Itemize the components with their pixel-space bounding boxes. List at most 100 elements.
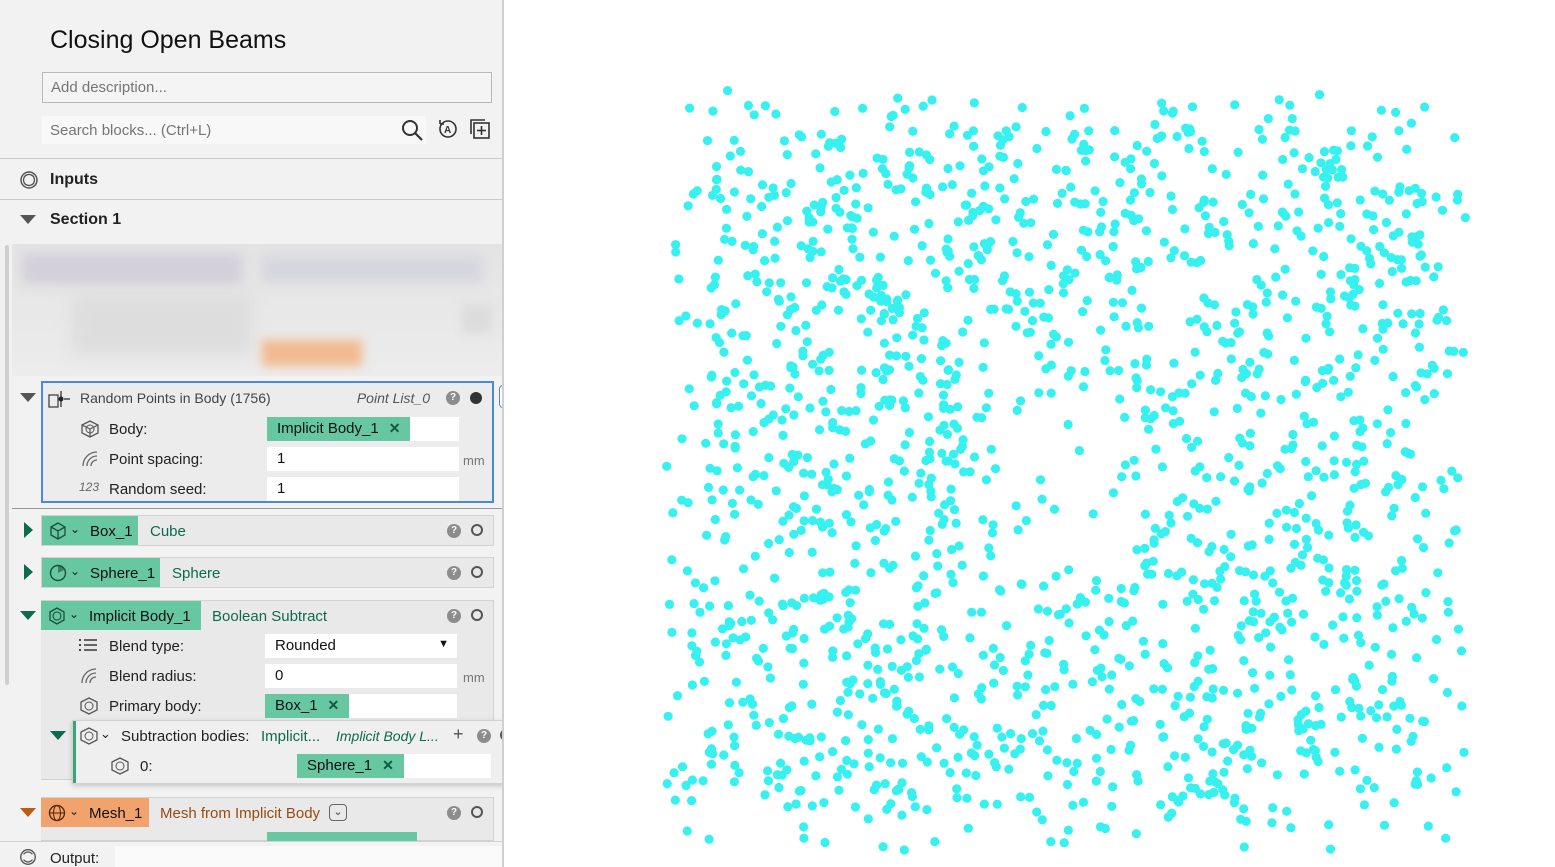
point [794, 130, 804, 140]
point-spacing-input[interactable]: 1 [267, 447, 459, 471]
inputs-row[interactable]: Inputs [0, 160, 502, 200]
sphere-name-chip[interactable]: ⌄ Sphere_1 [42, 558, 160, 587]
point [1209, 407, 1219, 417]
point [1301, 456, 1311, 467]
point [1335, 221, 1345, 231]
panel-scrollbar[interactable] [5, 245, 9, 685]
point [1248, 617, 1259, 627]
point [986, 444, 996, 454]
random-points-output-name[interactable]: Point List_0 [357, 390, 430, 406]
search-icon[interactable] [400, 118, 424, 147]
point [886, 758, 896, 768]
point [1012, 248, 1022, 258]
point [1120, 460, 1130, 470]
3d-viewport[interactable] [506, 0, 1555, 867]
point [863, 735, 873, 745]
point [1330, 685, 1341, 695]
point [1199, 146, 1209, 157]
point [789, 624, 799, 635]
implicit-collapse-icon[interactable] [20, 611, 36, 620]
add-block-icon[interactable] [469, 118, 491, 145]
add-item-icon[interactable]: + [453, 724, 464, 745]
status-dot-icon[interactable] [471, 806, 483, 818]
point [834, 785, 844, 795]
point [824, 347, 834, 357]
box-name-chip[interactable]: ⌄ Box_1 [42, 516, 138, 545]
primary-body-chip[interactable]: Box_1 ✕ [265, 694, 350, 718]
add-after-button[interactable]: + [499, 385, 502, 408]
implicit-name-chip[interactable]: ⌄ Implicit Body_1 [41, 601, 201, 630]
subtraction-collapse-icon[interactable] [50, 731, 66, 740]
point [1011, 501, 1021, 511]
mesh-collapse-icon[interactable] [20, 808, 36, 817]
sphere-block[interactable]: ⌄ Sphere_1 Sphere ? [41, 557, 494, 588]
random-points-block[interactable]: Random Points in Body (1756) Point List_… [41, 381, 494, 503]
status-dot-icon[interactable] [471, 566, 483, 578]
help-icon[interactable]: ? [447, 524, 461, 538]
help-icon[interactable]: ? [446, 391, 460, 405]
point [746, 615, 756, 625]
point [827, 283, 837, 293]
point [1104, 684, 1114, 694]
subtraction-type[interactable]: Implicit Body L... [336, 728, 439, 744]
point [820, 837, 830, 848]
chevron-down-icon[interactable]: ⌄ [70, 564, 80, 578]
auto-run-icon[interactable]: A [437, 118, 459, 145]
mesh-block[interactable]: ⌄ Mesh_1 Mesh from Implicit Body ⌄ ? [41, 797, 494, 842]
random-seed-input[interactable]: 1 [267, 477, 459, 501]
status-dot-icon[interactable] [500, 729, 502, 741]
point [772, 222, 782, 232]
box-expand-icon[interactable] [24, 522, 33, 538]
point [851, 406, 861, 416]
chevron-down-icon[interactable]: ⌄ [70, 522, 80, 536]
subtraction-bodies-panel[interactable]: ⌄ Subtraction bodies: Implicit... Implic… [72, 720, 502, 784]
point [791, 325, 801, 336]
remove-icon[interactable]: ✕ [382, 757, 394, 773]
help-icon[interactable]: ? [447, 609, 461, 623]
implicit-body-icon [47, 606, 67, 631]
dropdown-arrow-icon[interactable]: ▼ [438, 638, 449, 650]
remove-icon[interactable]: ✕ [328, 697, 340, 713]
body-chip[interactable]: Implicit Body_1 ✕ [267, 417, 411, 441]
point [880, 779, 890, 789]
sphere-expand-icon[interactable] [24, 564, 33, 580]
point [801, 320, 811, 330]
search-input[interactable] [42, 116, 392, 144]
point [1324, 530, 1334, 540]
box-block[interactable]: ⌄ Box_1 Cube ? [41, 515, 494, 546]
random-points-collapse-icon[interactable] [20, 393, 36, 402]
blend-radius-input[interactable]: 0 [265, 664, 457, 688]
point [1318, 575, 1328, 585]
chevron-down-icon[interactable]: ⌄ [69, 804, 79, 818]
point [1256, 708, 1266, 718]
help-icon[interactable]: ? [447, 806, 461, 820]
status-dot-icon[interactable] [471, 609, 483, 621]
blend-type-select[interactable]: Rounded ▼ [265, 634, 457, 658]
chevron-down-icon[interactable]: ⌄ [69, 607, 79, 621]
point [1258, 170, 1268, 180]
point [1042, 240, 1053, 250]
subtraction-item-chip[interactable]: Sphere_1 ✕ [297, 754, 404, 778]
point [1272, 770, 1282, 780]
point [892, 333, 902, 343]
remove-icon[interactable]: ✕ [389, 420, 401, 436]
mesh-name-chip[interactable]: ⌄ Mesh_1 [41, 798, 149, 827]
point [1257, 758, 1267, 768]
output-field[interactable] [115, 846, 502, 867]
point [703, 729, 713, 739]
point [750, 269, 760, 279]
help-icon[interactable]: ? [477, 729, 491, 743]
subtraction-value[interactable]: Implicit... [261, 728, 320, 745]
expand-options-icon[interactable]: ⌄ [329, 804, 347, 821]
status-dot-icon[interactable] [471, 524, 483, 536]
point [1344, 594, 1354, 604]
point [1234, 327, 1244, 337]
help-icon[interactable]: ? [447, 566, 461, 580]
section-collapse-icon[interactable] [20, 215, 36, 224]
point [805, 733, 815, 743]
point [1004, 764, 1014, 774]
status-dot-icon[interactable] [470, 392, 482, 404]
description-input[interactable] [42, 72, 492, 103]
chevron-down-icon[interactable]: ⌄ [100, 726, 111, 742]
point [832, 707, 842, 717]
